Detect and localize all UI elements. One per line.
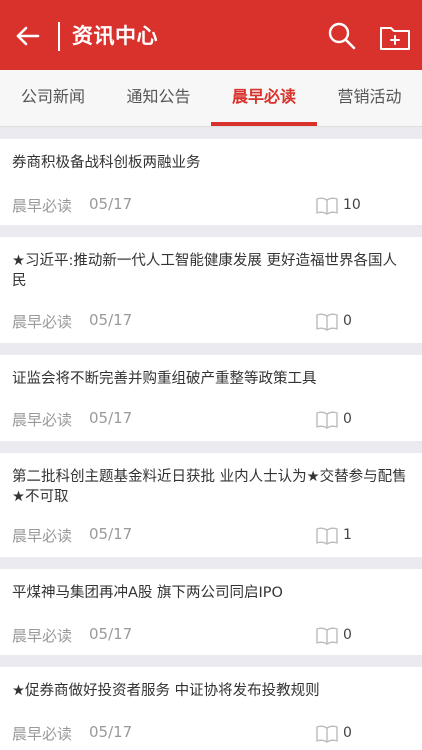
page-title: 资讯中心 xyxy=(72,24,158,48)
list-item[interactable]: 平煤神马集团再冲A股 旗下两公司同启IPO 晨早必读 05/17 0 xyxy=(0,569,422,655)
arrow-left-icon[interactable] xyxy=(12,20,44,52)
article-date: 05/17 xyxy=(89,525,133,543)
read-count: 0 xyxy=(343,725,352,741)
book-icon xyxy=(316,197,338,215)
book-icon xyxy=(316,411,338,429)
read-count: 0 xyxy=(343,411,352,427)
article-title: 第二批科创主题基金料近日获批 业内人士认为★交替参与配售★不可取 xyxy=(12,469,407,505)
book-icon xyxy=(316,313,338,331)
read-count: 0 xyxy=(343,627,352,643)
tab-marketing[interactable]: 营销活动 xyxy=(317,70,422,126)
article-source: 晨早必读 xyxy=(12,197,73,215)
article-title: 券商积极备战科创板两融业务 xyxy=(12,155,201,171)
article-date: 05/17 xyxy=(89,625,133,643)
tab-morning-reading[interactable]: 晨早必读 xyxy=(211,70,317,126)
article-title: ★习近平:推动新一代人工智能健康发展 更好造福世界各国人民 xyxy=(12,253,397,289)
list-item[interactable]: 证监会将不断完善并购重组破产重整等政策工具 晨早必读 05/17 0 xyxy=(0,355,422,441)
article-source: 晨早必读 xyxy=(12,725,73,743)
read-count: 10 xyxy=(343,197,361,213)
article-date: 05/17 xyxy=(89,723,133,741)
book-icon xyxy=(316,527,338,545)
top-bar: 资讯中心 xyxy=(0,0,422,70)
article-date: 05/17 xyxy=(89,311,133,329)
tab-notices[interactable]: 通知公告 xyxy=(106,70,211,126)
tab-company-news[interactable]: 公司新闻 xyxy=(0,70,106,126)
read-count: 0 xyxy=(343,313,352,329)
article-source: 晨早必读 xyxy=(12,627,73,645)
article-title: 平煤神马集团再冲A股 旗下两公司同启IPO xyxy=(12,585,283,601)
read-count: 1 xyxy=(343,527,352,543)
article-title: ★促券商做好投资者服务 中证协将发布投教规则 xyxy=(12,683,320,699)
tab-active-indicator xyxy=(211,122,317,126)
list-item[interactable]: 第二批科创主题基金料近日获批 业内人士认为★交替参与配售★不可取 晨早必读 05… xyxy=(0,453,422,557)
tab-bar: 公司新闻 通知公告 晨早必读 营销活动 xyxy=(0,70,422,127)
list-item[interactable]: ★习近平:推动新一代人工智能健康发展 更好造福世界各国人民 晨早必读 05/17… xyxy=(0,237,422,343)
folder-add-icon[interactable] xyxy=(378,22,412,52)
article-source: 晨早必读 xyxy=(12,313,73,331)
article-source: 晨早必读 xyxy=(12,411,73,429)
article-date: 05/17 xyxy=(89,195,133,213)
search-icon[interactable] xyxy=(326,20,358,52)
list-item[interactable]: ★促券商做好投资者服务 中证协将发布投教规则 晨早必读 05/17 0 xyxy=(0,667,422,750)
list-item[interactable]: 券商积极备战科创板两融业务 晨早必读 05/17 10 xyxy=(0,139,422,225)
book-icon xyxy=(316,627,338,645)
book-icon xyxy=(316,725,338,743)
article-title: 证监会将不断完善并购重组破产重整等政策工具 xyxy=(12,371,317,387)
article-source: 晨早必读 xyxy=(12,527,73,545)
title-divider xyxy=(58,22,60,51)
article-date: 05/17 xyxy=(89,409,133,427)
